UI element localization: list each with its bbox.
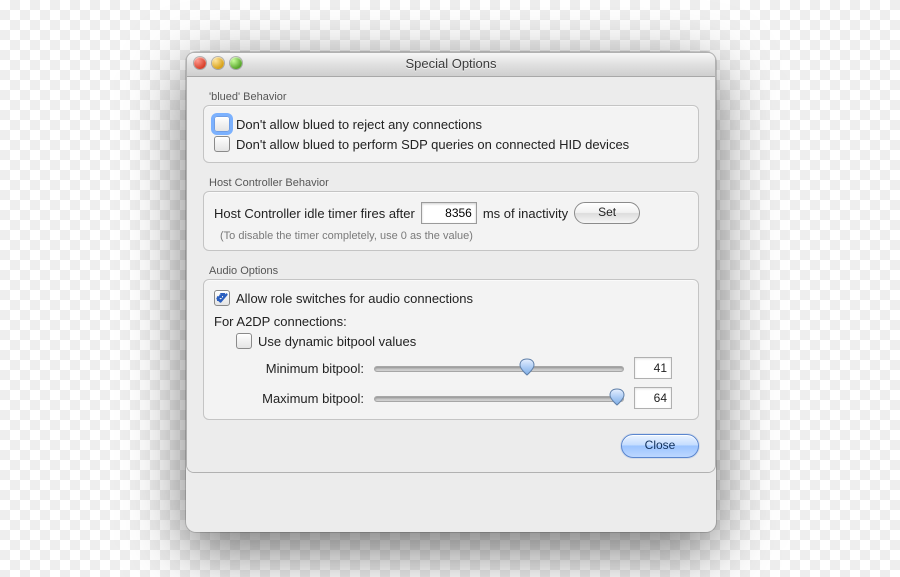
minimize-icon[interactable] [212, 57, 224, 69]
group-blued: Don't allow blued to reject any connecti… [203, 105, 699, 163]
group-audio: Allow role switches for audio connection… [203, 279, 699, 420]
checkbox-dynamic-bitpool[interactable] [236, 333, 252, 349]
zoom-icon[interactable] [230, 57, 242, 69]
slider-track [374, 396, 624, 402]
idle-timer-label-pre: Host Controller idle timer fires after [214, 206, 415, 221]
group-host: Host Controller idle timer fires after m… [203, 191, 699, 251]
max-bitpool-label: Maximum bitpool: [236, 391, 364, 406]
checkbox-role-switch[interactable] [214, 290, 230, 306]
checkbox-dynamic-bitpool-label: Use dynamic bitpool values [258, 334, 416, 349]
checkbox-role-switch-label: Allow role switches for audio connection… [236, 291, 473, 306]
set-button[interactable]: Set [574, 202, 640, 224]
idle-timer-label-post: ms of inactivity [483, 206, 568, 221]
close-button[interactable]: Close [621, 434, 699, 458]
a2dp-header: For A2DP connections: [214, 314, 347, 329]
idle-timer-hint: (To disable the timer completely, use 0 … [220, 230, 688, 242]
min-bitpool-value: 41 [634, 357, 672, 379]
slider-thumb-icon[interactable] [519, 358, 535, 376]
close-icon[interactable] [194, 57, 206, 69]
checkbox-no-reject-label: Don't allow blued to reject any connecti… [236, 117, 482, 132]
window-title: Special Options [405, 56, 496, 71]
min-bitpool-slider[interactable] [374, 359, 624, 377]
group-audio-label: Audio Options [209, 265, 699, 277]
group-blued-label: 'blued' Behavior [209, 91, 699, 103]
min-bitpool-label: Minimum bitpool: [236, 361, 364, 376]
max-bitpool-value: 64 [634, 387, 672, 409]
titlebar[interactable]: Special Options [187, 53, 715, 77]
checkbox-no-sdp-label: Don't allow blued to perform SDP queries… [236, 137, 629, 152]
max-bitpool-slider[interactable] [374, 389, 624, 407]
checkbox-no-reject[interactable] [214, 116, 230, 132]
traffic-lights [194, 57, 242, 69]
slider-track [374, 366, 624, 372]
checkbox-no-sdp[interactable] [214, 136, 230, 152]
idle-timer-input[interactable] [421, 202, 477, 224]
special-options-window: Special Options 'blued' Behavior Don't a… [186, 52, 716, 473]
group-host-label: Host Controller Behavior [209, 177, 699, 189]
slider-thumb-icon[interactable] [609, 388, 625, 406]
